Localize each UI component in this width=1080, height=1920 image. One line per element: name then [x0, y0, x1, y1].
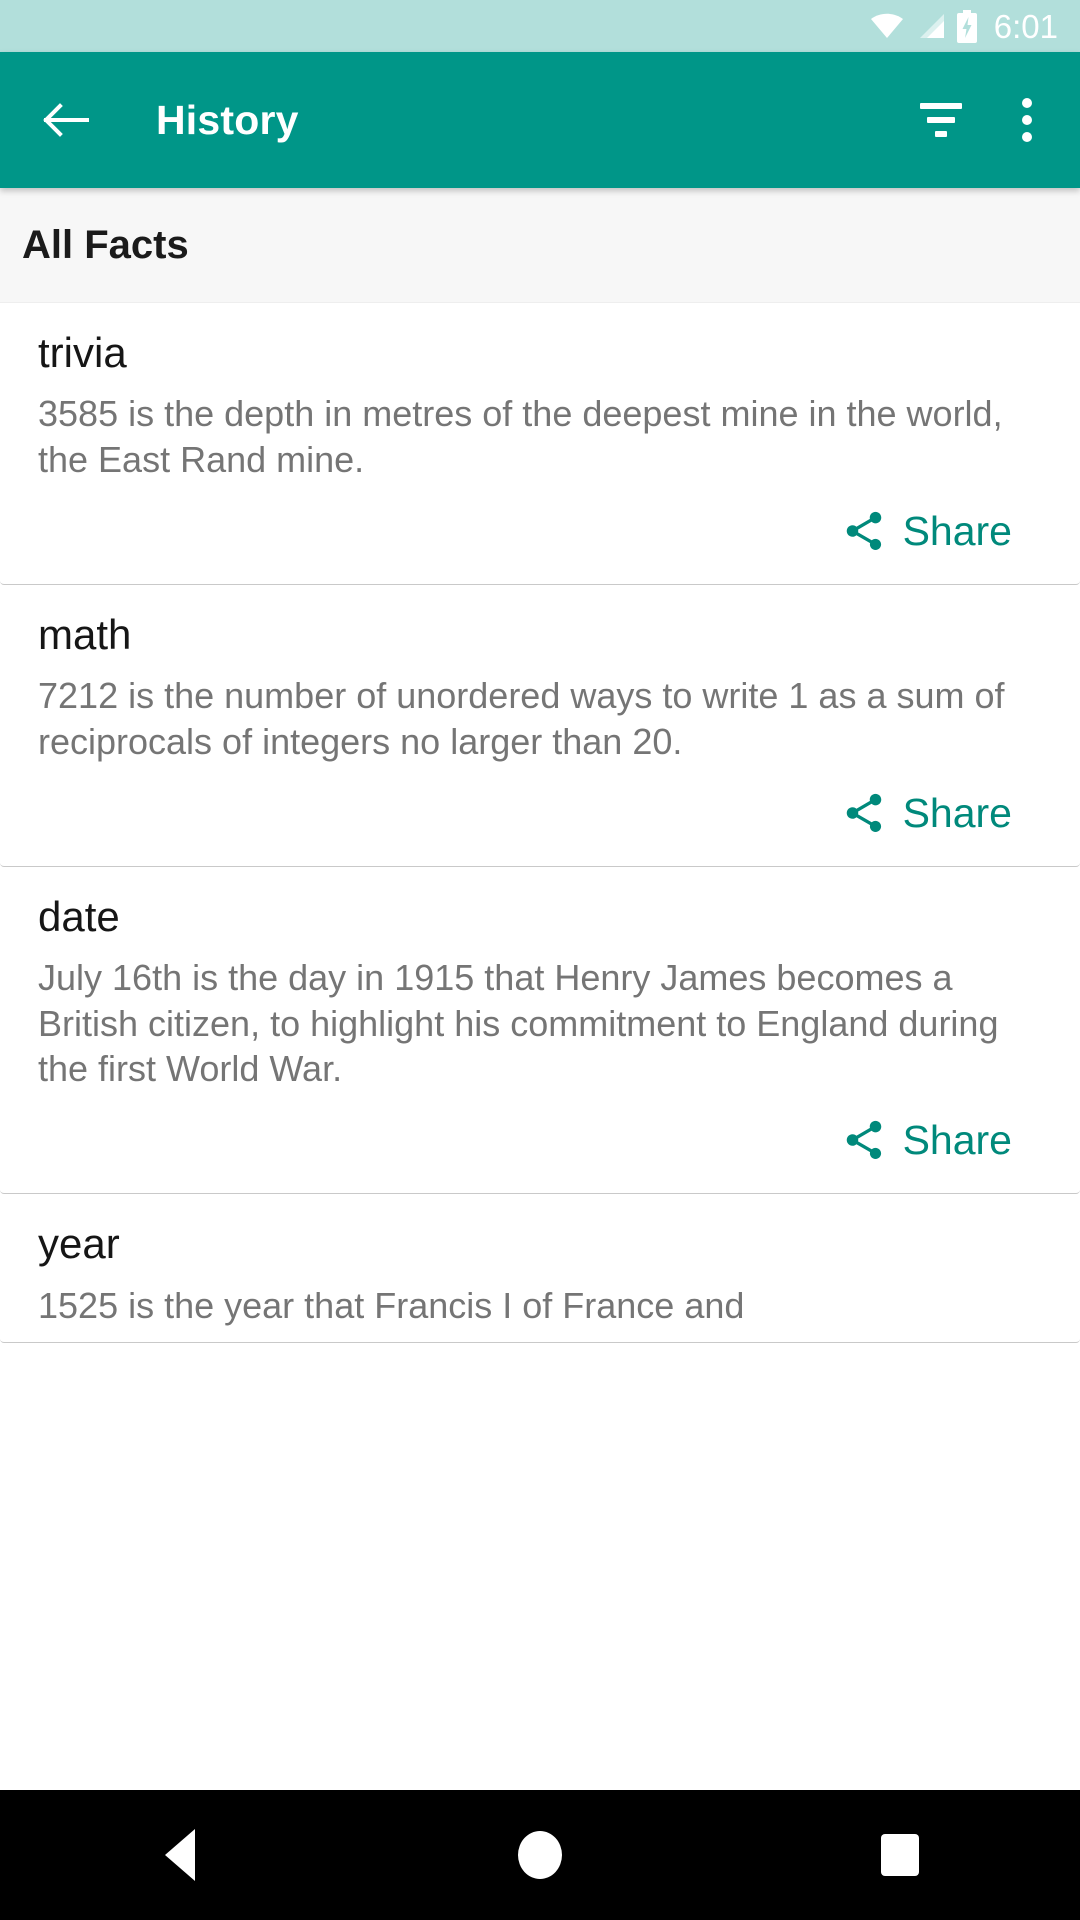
page-title: History [156, 96, 299, 143]
nav-recents-button[interactable] [825, 1790, 975, 1920]
share-icon [846, 793, 881, 833]
share-row: Share [38, 1101, 1046, 1179]
app-screen: 6:01 History All Facts trivia 3585 is th… [0, 0, 1080, 1920]
recents-square-icon [881, 1834, 919, 1876]
list-item[interactable]: trivia 3585 is the depth in metres of th… [0, 303, 1080, 586]
share-row: Share [38, 774, 1046, 852]
fact-type-label: trivia [38, 329, 127, 376]
filter-button[interactable] [904, 83, 978, 157]
share-icon [846, 1121, 881, 1160]
back-button[interactable] [34, 88, 98, 152]
nav-home-button[interactable] [465, 1790, 615, 1920]
fact-type-label: math [38, 611, 132, 659]
list-item[interactable]: math 7212 is the number of unordered way… [0, 585, 1080, 868]
cellular-signal-icon [919, 14, 944, 38]
section-header: All Facts [0, 188, 1080, 303]
filter-list-icon [920, 103, 962, 137]
share-label: Share [902, 1116, 1012, 1163]
fact-type-label: year [38, 1220, 120, 1268]
list-item[interactable]: date July 16th is the day in 1915 that H… [0, 867, 1080, 1195]
app-bar: History [0, 52, 1080, 188]
share-label: Share [902, 789, 1012, 836]
share-button[interactable]: Share [841, 1117, 1012, 1164]
fact-type-label: date [38, 893, 120, 941]
overflow-menu-button[interactable] [978, 83, 1052, 157]
fact-text: July 16th is the day in 1915 that Henry … [38, 957, 999, 1090]
status-bar-clock: 6:01 [993, 7, 1058, 45]
home-circle-icon [518, 1831, 562, 1879]
fact-list: trivia 3585 is the depth in metres of th… [0, 303, 1080, 1344]
share-row: Share [38, 492, 1046, 570]
nav-back-button[interactable] [105, 1790, 255, 1920]
arrow-back-icon [43, 103, 89, 137]
wifi-icon [870, 13, 903, 38]
battery-charging-icon [956, 9, 977, 43]
share-button[interactable]: Share [841, 508, 1012, 555]
fact-text: 7212 is the number of unordered ways to … [38, 675, 1005, 762]
more-vert-icon [1022, 98, 1032, 142]
status-bar-icons [870, 9, 978, 43]
fact-text: 1525 is the year that Francis I of Franc… [38, 1284, 745, 1326]
back-triangle-icon [165, 1829, 195, 1881]
section-header-title: All Facts [22, 222, 189, 267]
share-icon [846, 511, 881, 551]
fact-text: 3585 is the depth in metres of the deepe… [38, 393, 1003, 480]
status-bar: 6:01 [0, 0, 1080, 52]
share-button[interactable]: Share [841, 790, 1012, 837]
system-navigation-bar [0, 1790, 1080, 1920]
list-item[interactable]: year 1525 is the year that Francis I of … [0, 1194, 1080, 1344]
share-label: Share [902, 507, 1012, 554]
